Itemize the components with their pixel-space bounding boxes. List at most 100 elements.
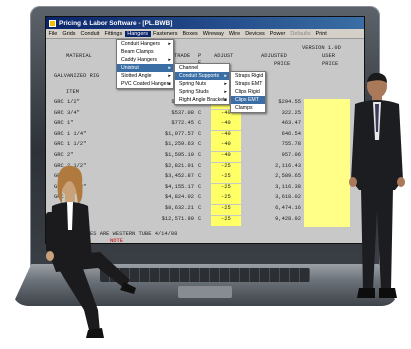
user-price-cell[interactable] (304, 120, 350, 131)
adjust-cell[interactable]: -40 (211, 120, 241, 131)
adjusted-price-cell: 322.25 (281, 109, 301, 116)
menu-file[interactable]: File (46, 31, 60, 37)
adjust-cell[interactable]: -25 (211, 194, 241, 205)
adjust-cell[interactable]: -40 (211, 152, 241, 162)
col-trade: TRADE (174, 53, 191, 59)
user-price-cell[interactable] (304, 215, 350, 226)
submenu-arrow-icon: ▸ (168, 65, 171, 71)
trade-price-cell: $537.08 (171, 109, 194, 116)
hangers-menu: Conduit Hangers ▸ Beam Clamps Caddy Hange… (116, 39, 174, 89)
item-cell: GRC 3/4" (54, 109, 80, 116)
trade-price-cell: $1,259.63 (164, 141, 194, 148)
menu-item-beam-clamps[interactable]: Beam Clamps (117, 48, 173, 56)
adjust-cell[interactable]: -40 (211, 141, 241, 152)
price-code-cell: C (198, 120, 202, 127)
price-code-cell: C (198, 141, 202, 148)
submenu-arrow-icon: ▸ (168, 81, 171, 87)
submenu-arrow-icon: ▸ (168, 73, 171, 79)
menu-devices[interactable]: Devices (243, 31, 268, 37)
menu-item-right-angle-brackets[interactable]: Right Angle Brackets ▸ (175, 96, 229, 104)
trade-price-cell: $2,821.91 (164, 162, 194, 169)
menu-boxes[interactable]: Boxes (180, 31, 200, 37)
price-code-cell: C (198, 215, 202, 222)
user-price-cell[interactable] (304, 194, 350, 205)
menu-item-unistrut[interactable]: Unistrut ▸ (117, 64, 173, 72)
user-price-cell[interactable] (304, 205, 350, 215)
laptop-trackpad (178, 286, 232, 298)
user-price-cell[interactable] (304, 183, 350, 194)
menu-item-clamps[interactable]: Clamps (231, 104, 265, 112)
menu-fittings[interactable]: Fittings (102, 31, 125, 37)
menu-bar: File Grids Conduit Fittings Hangers Fast… (46, 29, 364, 39)
user-price-cell[interactable] (304, 162, 350, 173)
menu-item-clips-emt[interactable]: Clips EMT (231, 96, 265, 104)
submenu-arrow-icon: ▸ (224, 81, 227, 87)
trade-price-cell: $4,824.02 (164, 194, 194, 201)
col-adjusted: ADJUSTED (261, 53, 287, 59)
adjust-cell[interactable]: -25 (211, 215, 241, 226)
item-cell: GRC 1/2" (54, 99, 80, 105)
menu-item-spring-nuts[interactable]: Spring Nuts ▸ (175, 80, 229, 88)
adjusted-price-cell: 3,618.02 (275, 194, 301, 201)
adjust-cell[interactable]: -40 (211, 130, 241, 141)
adjusted-price-cell: 3,116.38 (275, 183, 301, 190)
seated-woman-figure (46, 165, 136, 338)
user-price-cell[interactable] (304, 173, 350, 184)
menu-grids[interactable]: Grids (60, 31, 78, 37)
adjusted-price-cell: 9,428.92 (275, 215, 301, 222)
menu-print[interactable]: Print (313, 31, 329, 37)
menu-item-channel[interactable]: Channel (175, 64, 229, 72)
menu-item-clips-rigid[interactable]: Clips Rigid (231, 88, 265, 96)
version-label: VERSION 1.0D (302, 45, 341, 51)
user-price-cell[interactable] (304, 99, 350, 109)
menu-item-caddy-hangers[interactable]: Caddy Hangers ▸ (117, 56, 173, 64)
menu-item-pvc-coated-hangers[interactable]: PVC Coated Hangers ▸ (117, 80, 173, 88)
menu-hangers[interactable]: Hangers (124, 30, 151, 37)
adjusted-price-cell: $294.55 (278, 99, 301, 105)
menu-wire[interactable]: Wire (226, 31, 242, 37)
menu-fasteners[interactable]: Fasteners (151, 31, 180, 37)
submenu-arrow-icon: ▸ (224, 97, 227, 103)
menu-conduit[interactable]: Conduit (78, 31, 102, 37)
adjusted-price-cell: 957.06 (281, 152, 301, 158)
menu-power[interactable]: Power (267, 31, 288, 37)
price-code-cell: C (198, 183, 202, 190)
trade-price-cell: $12,571.90 (161, 215, 194, 222)
standing-man-figure (349, 72, 405, 298)
user-price-cell[interactable] (304, 109, 350, 120)
submenu-arrow-icon: ▸ (168, 57, 171, 63)
col-price: PRICE (274, 61, 291, 67)
menu-item-straps-rigid[interactable]: Straps Rigid (231, 72, 265, 80)
submenu-arrow-icon: ▸ (224, 73, 227, 79)
user-price-cell[interactable] (304, 141, 350, 152)
price-code-cell: C (198, 152, 202, 158)
menu-item-straps-emt[interactable]: Straps EMT (231, 80, 265, 88)
user-price-cell[interactable] (304, 130, 350, 141)
price-code-cell: C (198, 109, 202, 116)
menu-item-conduit-supports[interactable]: Conduit Supports ▸ (175, 72, 229, 80)
price-code-cell: C (198, 162, 202, 169)
item-cell: GRC 1 1/2" (54, 141, 87, 148)
table-row: GRC 1" $772.45 C -40 463.47 (46, 120, 364, 131)
adjust-cell[interactable]: -25 (211, 162, 241, 173)
menu-item-conduit-hangers[interactable]: Conduit Hangers ▸ (117, 40, 173, 48)
adjusted-price-cell: 2,116.43 (275, 162, 301, 169)
section-title: GALVANIZED RIG (54, 73, 100, 79)
table-row: GRC 3/4" $537.08 C -40 322.25 (46, 109, 364, 120)
user-price-cell[interactable] (304, 152, 350, 162)
item-cell: GRC 1" (54, 120, 74, 127)
trade-price-cell: $772.45 (171, 120, 194, 127)
menu-item-spring-studs[interactable]: Spring Studs ▸ (175, 88, 229, 96)
adjust-cell[interactable]: -25 (211, 205, 241, 215)
submenu-arrow-icon: ▸ (168, 41, 171, 47)
adjust-cell[interactable]: -25 (211, 183, 241, 194)
menu-wireway[interactable]: Wireway (200, 31, 226, 37)
price-code-cell: C (198, 205, 202, 211)
adjust-cell[interactable]: -25 (211, 173, 241, 184)
menu-item-slotted-angle[interactable]: Slotted Angle ▸ (117, 72, 173, 80)
title-bar: Pricing & Labor Software - [PL.BWB] (46, 17, 364, 29)
table-row: GRC 1 1/2" $1,259.63 C -40 755.78 (46, 141, 364, 152)
adjusted-price-cell: 755.78 (281, 141, 301, 148)
conduit-supports-submenu: Straps Rigid Straps EMT Clips Rigid Clip… (230, 71, 266, 113)
menu-defaults[interactable]: Defaults (288, 31, 313, 37)
